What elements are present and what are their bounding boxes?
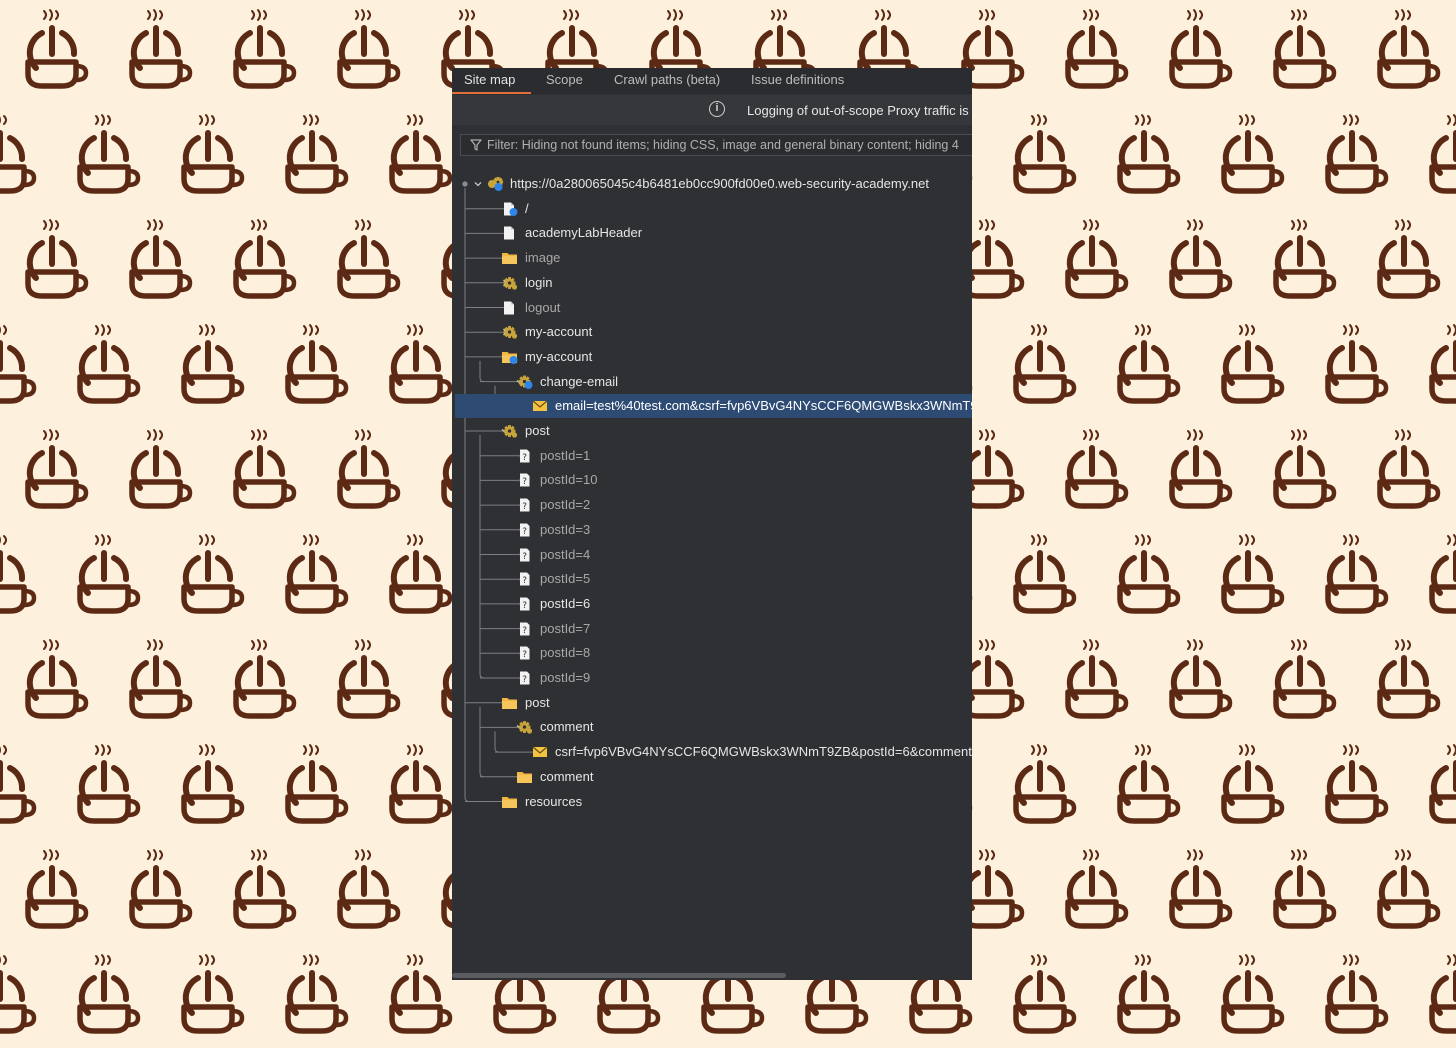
tree-item-label[interactable]: postId=3 (540, 522, 590, 538)
site-tree: https://0a280065045c4b6481eb0cc900fd00e0… (452, 68, 972, 980)
tree-item-label[interactable]: csrf=fvp6VBvG4NYsCCF6QMGWBskx3WNmT9ZB&po… (555, 744, 972, 760)
page-icon (504, 226, 514, 240)
tree-item-label[interactable]: / (525, 201, 529, 217)
svg-text:?: ? (522, 576, 527, 586)
folder-icon (517, 771, 532, 783)
tree-item-label[interactable]: postId=5 (540, 571, 590, 587)
folder-icon (502, 796, 517, 808)
horizontal-scrollbar[interactable] (452, 973, 786, 978)
tree-item-label[interactable]: comment (540, 769, 593, 785)
tree-item-label[interactable]: postId=7 (540, 621, 590, 637)
unknown-page-icon: ? (520, 473, 530, 487)
tree-item-label[interactable]: postId=2 (540, 497, 590, 513)
unknown-page-icon: ? (520, 597, 530, 611)
tree-item-label[interactable]: https://0a280065045c4b6481eb0cc900fd00e0… (510, 176, 929, 192)
tree-item-label[interactable]: logout (525, 300, 560, 316)
unknown-page-icon: ? (520, 449, 530, 463)
gear-icon (503, 276, 518, 290)
tree-item-label[interactable]: academyLabHeader (525, 225, 642, 241)
folder-icon (502, 253, 517, 265)
chevron-down-icon[interactable] (474, 180, 482, 188)
tree-item-label[interactable]: postId=4 (540, 547, 590, 563)
tree-item-label[interactable]: email=test%40test.com&csrf=fvp6VBvG4NYsC… (555, 398, 972, 414)
unknown-page-icon: ? (520, 572, 530, 586)
tree-item-label[interactable]: post (525, 695, 550, 711)
tree-item-label[interactable]: postId=1 (540, 448, 590, 464)
tree-item-label[interactable]: postId=8 (540, 645, 590, 661)
tree-item-label[interactable]: login (525, 275, 552, 291)
folder-badge-icon (502, 351, 518, 364)
site-icon (488, 176, 504, 191)
svg-text:?: ? (522, 650, 527, 660)
page-badge-icon (504, 202, 518, 216)
svg-text:?: ? (522, 453, 527, 463)
envelope-icon (532, 400, 548, 412)
svg-text:?: ? (522, 527, 527, 537)
tree-item-label[interactable]: comment (540, 719, 593, 735)
gear-icon (518, 721, 533, 734)
svg-text:?: ? (522, 477, 527, 487)
unknown-page-icon: ? (520, 622, 530, 636)
gear-badge-icon (518, 375, 533, 389)
folder-icon (502, 697, 517, 709)
tree-item-label[interactable]: my-account (525, 349, 592, 365)
tree-item-label[interactable]: change-email (540, 374, 618, 390)
svg-text:?: ? (522, 626, 527, 636)
unknown-page-icon: ? (520, 548, 530, 562)
gear-icon (503, 326, 518, 339)
gear-icon (503, 425, 518, 438)
unknown-page-icon: ? (520, 671, 530, 685)
tree-item-label[interactable]: my-account (525, 324, 592, 340)
tree-item-label[interactable]: resources (525, 794, 582, 810)
tree-item-label[interactable]: image (525, 250, 560, 266)
site-map-panel: Site map Scope Crawl paths (beta) Issue def… (452, 68, 972, 980)
unknown-page-icon: ? (520, 498, 530, 512)
envelope-icon (532, 746, 548, 758)
tree-item-label[interactable]: postId=10 (540, 472, 597, 488)
unknown-page-icon: ? (520, 523, 530, 537)
page-icon (504, 301, 514, 314)
tree-item-label[interactable]: postId=9 (540, 670, 590, 686)
unknown-page-icon: ? (520, 646, 530, 660)
svg-text:?: ? (522, 675, 527, 685)
tree-item-label[interactable]: post (525, 423, 550, 439)
tree-item-label[interactable]: postId=6 (540, 596, 590, 612)
svg-text:?: ? (522, 502, 527, 512)
svg-text:?: ? (522, 601, 527, 611)
svg-text:?: ? (522, 552, 527, 562)
